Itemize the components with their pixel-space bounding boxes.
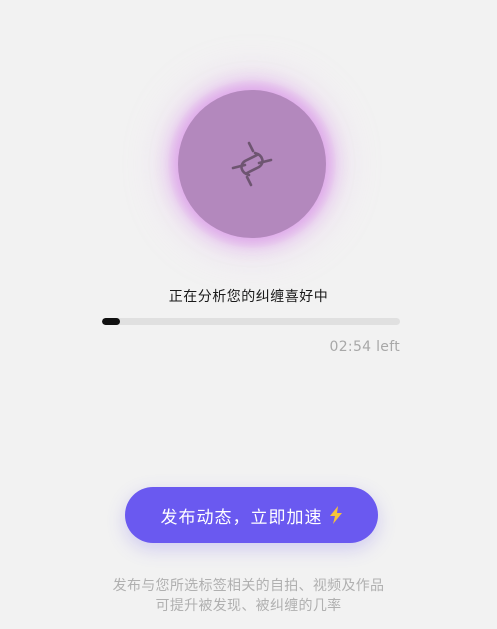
publish-hint: 发布与您所选标签相关的自拍、视频及作品 可提升被发现、被纠缠的几率	[0, 576, 497, 616]
analysis-orb	[178, 90, 326, 238]
analysis-progress-bar	[102, 318, 400, 325]
analysis-progress-fill	[102, 318, 120, 325]
publish-boost-button[interactable]: 发布动态，立即加速	[125, 487, 378, 543]
publish-boost-label: 发布动态，立即加速	[160, 507, 323, 528]
publish-hint-line-1: 发布与您所选标签相关的自拍、视频及作品	[112, 578, 385, 594]
publish-hint-line-2: 可提升被发现、被纠缠的几率	[155, 598, 342, 614]
link-break-icon	[231, 141, 273, 187]
analysis-screen: 正在分析您的纠缠喜好中 02:54 left 发布动态，立即加速 发布与您所选标…	[0, 0, 497, 629]
time-remaining: 02:54 left	[329, 339, 400, 355]
analysis-status-text: 正在分析您的纠缠喜好中	[168, 289, 329, 305]
lightning-bolt-icon	[329, 506, 342, 524]
